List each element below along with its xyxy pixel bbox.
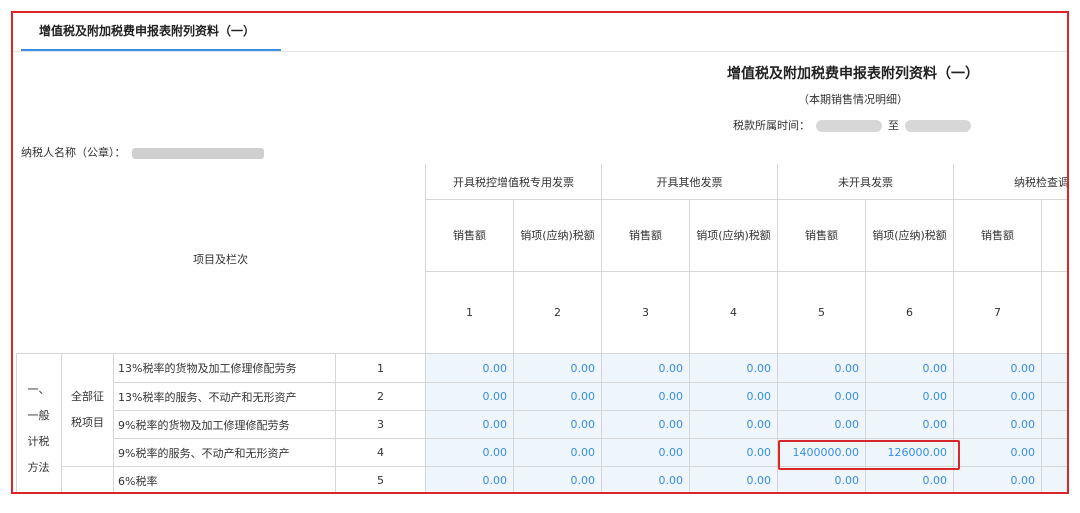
value-cell[interactable]: 0.00	[514, 383, 602, 411]
value-cell[interactable]: 0.00	[690, 467, 778, 492]
value-cell-clipped[interactable]	[1042, 383, 1067, 411]
group-header: 纳税检查调	[954, 164, 1067, 200]
value-cell[interactable]: 0.00	[954, 439, 1042, 467]
tab-bar: 增值税及附加税费申报表附列资料（一）	[13, 13, 1067, 52]
tax-period-to: 至	[888, 119, 899, 132]
value-cell[interactable]: 0.00	[602, 383, 690, 411]
column-number: 7	[954, 272, 1042, 354]
section-general-method: 一、一般计税方法	[16, 354, 62, 492]
value-cell[interactable]: 0.00	[514, 439, 602, 467]
group-header: 未开具发票	[778, 164, 954, 200]
value-cell[interactable]: 0.00	[602, 411, 690, 439]
highlight-box	[778, 440, 960, 470]
value-cell[interactable]: 0.00	[426, 439, 514, 467]
value-cell[interactable]: 0.00	[602, 354, 690, 383]
value-cell[interactable]: 0.00	[778, 467, 866, 492]
column-number: 4	[690, 272, 778, 354]
value-cell[interactable]: 0.00	[514, 467, 602, 492]
value-cell[interactable]: 0.00	[778, 383, 866, 411]
sub-header: 销项(应纳)税额	[690, 200, 778, 272]
value-cell[interactable]: 0.00	[426, 467, 514, 492]
sub-header: 销售额	[778, 200, 866, 272]
column-number: 5	[778, 272, 866, 354]
sub-header: 销项(应纳)税额	[514, 200, 602, 272]
sub-header: 销售额	[954, 200, 1042, 272]
report-frame: 增值税及附加税费申报表附列资料（一） 增值税及附加税费申报表附列资料（一） （本…	[11, 11, 1069, 494]
value-cell[interactable]: 0.00	[866, 467, 954, 492]
value-cell[interactable]: 0.00	[514, 411, 602, 439]
value-cell[interactable]: 0.00	[866, 354, 954, 383]
row-label: 13%税率的服务、不动产和无形资产	[114, 383, 336, 411]
report-title: 增值税及附加税费申报表附列资料（一）	[727, 66, 979, 82]
subsection-all-taxable: 全部征税项目	[62, 354, 114, 467]
row-label: 9%税率的服务、不动产和无形资产	[114, 439, 336, 467]
value-cell[interactable]: 0.00	[690, 354, 778, 383]
value-cell[interactable]: 0.00	[954, 467, 1042, 492]
row-label: 6%税率	[114, 467, 336, 492]
value-cell[interactable]: 0.00	[690, 411, 778, 439]
value-cell-clipped[interactable]	[1042, 411, 1067, 439]
column-number: 6	[866, 272, 954, 354]
row-number: 1	[336, 354, 426, 383]
value-cell[interactable]: 0.00	[426, 411, 514, 439]
group-header: 开具其他发票	[602, 164, 778, 200]
sub-header: 销售额	[602, 200, 690, 272]
value-cell[interactable]: 0.00	[602, 467, 690, 492]
sub-header: 销项(应纳)税额	[866, 200, 954, 272]
value-cell-clipped[interactable]	[1042, 354, 1067, 383]
value-cell[interactable]: 0.00	[866, 383, 954, 411]
value-cell[interactable]: 0.00	[778, 411, 866, 439]
sub-header: 销	[1042, 200, 1067, 272]
value-cell[interactable]: 0.00	[690, 383, 778, 411]
value-cell[interactable]: 0.00	[778, 354, 866, 383]
row-label: 13%税率的货物及加工修理修配劳务	[114, 354, 336, 383]
sub-header: 销售额	[426, 200, 514, 272]
group-header: 开具税控增值税专用发票	[426, 164, 602, 200]
column-number: 3	[602, 272, 690, 354]
active-tab-indicator	[21, 49, 281, 51]
tax-period: 税款所属时间： 至	[733, 117, 977, 133]
value-cell[interactable]: 0.00	[954, 411, 1042, 439]
row-number: 5	[336, 467, 426, 492]
column-number: 1	[426, 272, 514, 354]
item-header: 项目及栏次	[16, 164, 426, 354]
report-subtitle: （本期销售情况明细）	[798, 93, 908, 106]
row-number: 2	[336, 383, 426, 411]
value-cell[interactable]: 0.00	[866, 411, 954, 439]
period-start-redacted	[816, 120, 882, 132]
value-cell-clipped[interactable]	[1042, 439, 1067, 467]
taxpayer-label: 纳税人名称（公章）：	[21, 146, 126, 159]
taxpayer-name-redacted	[131, 147, 264, 159]
row-number: 4	[336, 439, 426, 467]
row-label: 9%税率的货物及加工修理修配劳务	[114, 411, 336, 439]
value-cell[interactable]: 0.00	[426, 354, 514, 383]
row-number: 3	[336, 411, 426, 439]
tax-period-label: 税款所属时间：	[733, 119, 810, 132]
column-number: 2	[514, 272, 602, 354]
tab-sales-detail[interactable]: 增值税及附加税费申报表附列资料（一）	[21, 13, 281, 50]
value-cell[interactable]: 0.00	[514, 354, 602, 383]
subsection-continued	[62, 467, 114, 492]
period-end-redacted	[905, 120, 971, 132]
value-cell[interactable]: 0.00	[690, 439, 778, 467]
value-cell[interactable]: 0.00	[602, 439, 690, 467]
taxpayer-name: 纳税人名称（公章）：	[21, 144, 264, 160]
value-cell[interactable]: 0.00	[954, 354, 1042, 383]
value-cell[interactable]: 0.00	[954, 383, 1042, 411]
value-cell-clipped[interactable]	[1042, 467, 1067, 492]
column-number-clipped	[1042, 272, 1067, 354]
value-cell[interactable]: 0.00	[426, 383, 514, 411]
